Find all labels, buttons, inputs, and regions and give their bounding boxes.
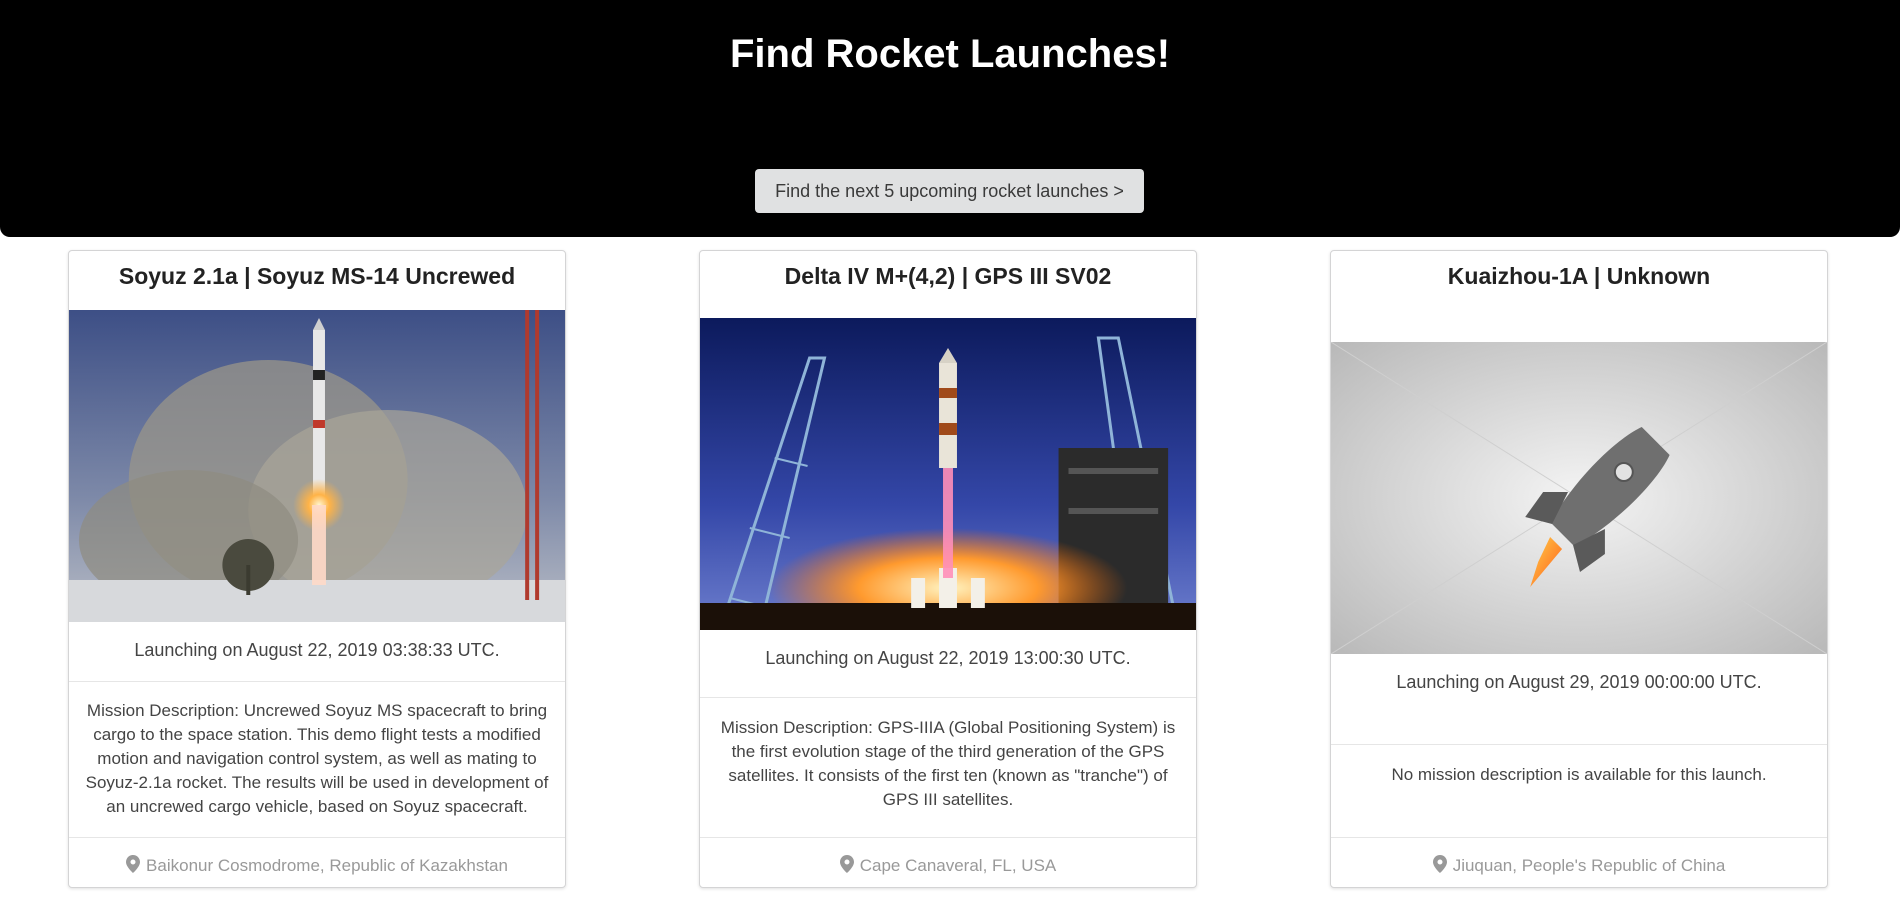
map-pin-icon	[126, 855, 141, 873]
launch-date: Launching on August 22, 2019 03:38:33 UT…	[134, 640, 500, 660]
launch-name: Soyuz 2.1a | Soyuz MS-14 Uncrewed	[118, 263, 516, 289]
divider	[1331, 837, 1827, 838]
launch-location: Baikonur Cosmodrome, Republic of Kazakhs…	[69, 855, 565, 876]
rocket-placeholder-image	[1331, 342, 1827, 654]
location-text: Baikonur Cosmodrome, Republic of Kazakhs…	[146, 856, 508, 875]
map-pin-icon	[1432, 855, 1447, 873]
launch-photo	[69, 310, 565, 622]
divider	[700, 697, 1196, 698]
divider	[1331, 744, 1827, 745]
find-launches-button[interactable]: Find the next 5 upcoming rocket launches…	[755, 169, 1144, 213]
mission-description: Mission Description: Uncrewed Soyuz MS s…	[85, 701, 549, 816]
launch-date: Launching on August 22, 2019 13:00:30 UT…	[765, 648, 1131, 668]
location-text: Jiuquan, People's Republic of China	[1452, 856, 1726, 875]
launch-name: Kuaizhou-1A | Unknown	[1447, 263, 1711, 289]
launch-card: Kuaizhou-1A | Unknown Launching on Augus…	[1330, 250, 1828, 888]
launch-name: Delta IV M+(4,2) | GPS III SV02	[784, 263, 1112, 289]
divider	[69, 681, 565, 682]
map-pin-icon	[839, 855, 854, 873]
launch-location: Cape Canaveral, FL, USA	[700, 855, 1196, 876]
divider	[69, 837, 565, 838]
hero-banner: Find Rocket Launches! Find the next 5 up…	[0, 0, 1900, 237]
launch-card: Soyuz 2.1a | Soyuz MS-14 Uncrewed Launch…	[68, 250, 566, 888]
launch-photo	[700, 318, 1196, 630]
divider	[700, 837, 1196, 838]
location-text: Cape Canaveral, FL, USA	[859, 856, 1057, 875]
launch-date: Launching on August 29, 2019 00:00:00 UT…	[1396, 672, 1762, 692]
launch-card: Delta IV M+(4,2) | GPS III SV02 Launchin…	[699, 250, 1197, 888]
mission-description: No mission description is available for …	[1391, 765, 1767, 784]
launch-location: Jiuquan, People's Republic of China	[1331, 855, 1827, 876]
mission-description: Mission Description: GPS-IIIA (Global Po…	[720, 718, 1176, 809]
page-title: Find Rocket Launches!	[729, 32, 1171, 76]
